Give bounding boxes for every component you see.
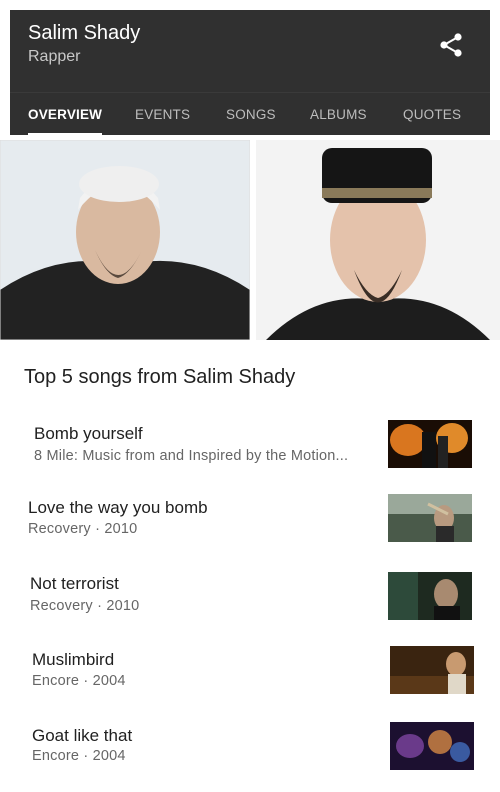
song-title: Goat like that [32, 726, 133, 745]
tab-albums[interactable]: ALBUMS [310, 93, 367, 136]
artist-name: Salim Shady [28, 22, 141, 44]
song-item[interactable]: Goat like that Encore · 2004 [0, 722, 500, 792]
song-item[interactable]: Love the way you bomb Recovery · 2010 [0, 494, 500, 564]
song-thumbnail [388, 494, 472, 542]
knowledge-panel-header: Salim Shady Rapper OVERVIEW EVENTS SONGS… [10, 10, 490, 136]
tab-overview[interactable]: OVERVIEW [28, 93, 103, 136]
song-title: Love the way you bomb [28, 498, 208, 517]
song-thumbnail [390, 722, 474, 770]
song-item[interactable]: Bomb yourself 8 Mile: Music from and Ins… [0, 418, 500, 488]
artist-photo-right[interactable] [256, 140, 500, 340]
song-item[interactable]: Muslimbird Encore · 2004 [0, 646, 500, 716]
tab-bar: OVERVIEW EVENTS SONGS ALBUMS QUOTES [10, 92, 490, 136]
song-thumbnail [390, 646, 474, 694]
song-title: Bomb yourself [34, 424, 143, 443]
song-subtitle: Recovery · 2010 [30, 598, 140, 614]
song-title: Muslimbird [32, 650, 115, 669]
tab-events[interactable]: EVENTS [135, 93, 190, 136]
tab-quotes[interactable]: QUOTES [403, 93, 461, 136]
song-subtitle: Recovery · 2010 [28, 521, 138, 537]
song-subtitle: Encore · 2004 [32, 748, 126, 764]
artist-type: Rapper [28, 48, 81, 65]
image-strip [0, 140, 500, 340]
section-title: Top 5 songs from Salim Shady [24, 366, 296, 388]
song-item[interactable]: Not terrorist Recovery · 2010 [0, 570, 500, 640]
share-icon[interactable] [436, 30, 466, 60]
song-thumbnail [388, 420, 472, 468]
song-thumbnail [388, 572, 472, 620]
tab-songs[interactable]: SONGS [226, 93, 276, 136]
song-title: Not terrorist [30, 574, 119, 593]
artist-photo-left[interactable] [0, 140, 250, 340]
song-subtitle: Encore · 2004 [32, 673, 126, 689]
song-subtitle: 8 Mile: Music from and Inspired by the M… [34, 448, 349, 464]
